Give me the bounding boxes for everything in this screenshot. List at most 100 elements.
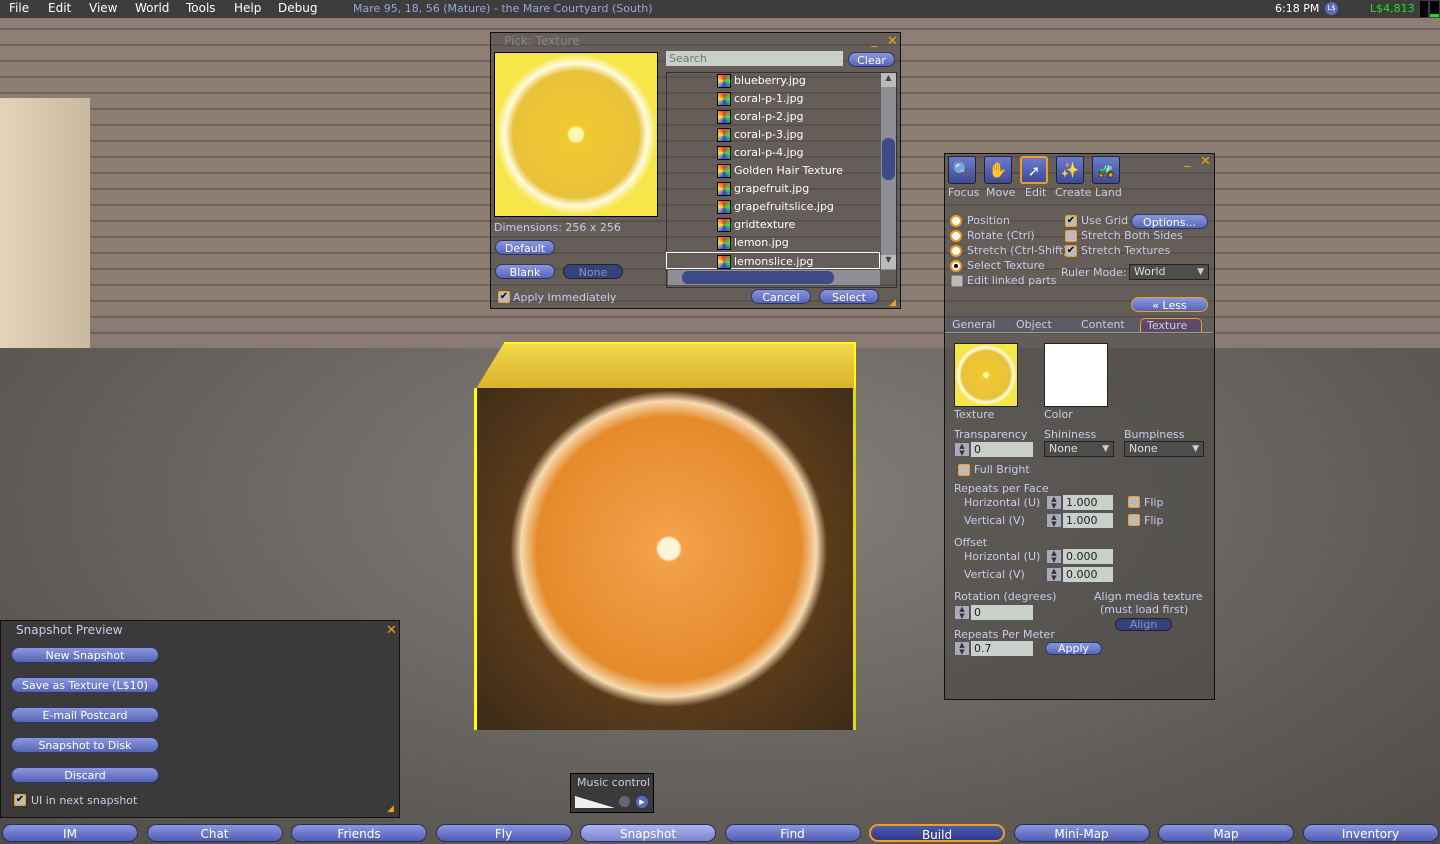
- bottom-button-fly[interactable]: Fly: [435, 824, 572, 842]
- texture-list-item[interactable]: grapefruit.jpg: [717, 180, 879, 197]
- resize-handle-icon[interactable]: ◢: [889, 298, 896, 308]
- tab-object[interactable]: Object: [1010, 318, 1073, 332]
- close-icon[interactable]: ✕: [1200, 155, 1211, 168]
- menu-view[interactable]: View: [89, 1, 117, 15]
- repeats-h-spinner[interactable]: ▲ ▼: [1046, 495, 1062, 510]
- offset-h-spinner[interactable]: ▲ ▼: [1046, 549, 1062, 564]
- bottom-button-inventory[interactable]: Inventory: [1302, 824, 1439, 842]
- scroll-thumb[interactable]: [882, 138, 895, 180]
- texture-list-item[interactable]: coral-p-4.jpg: [717, 144, 879, 161]
- offset-v-input[interactable]: 0.000: [1063, 567, 1113, 582]
- use-grid-checkbox[interactable]: ✔: [1065, 215, 1077, 227]
- apply-immediately-checkbox[interactable]: ✔: [498, 291, 510, 303]
- none-button[interactable]: None: [563, 264, 623, 279]
- scroll-down-icon[interactable]: ▼: [881, 255, 896, 269]
- tool-create-icon[interactable]: ✨: [1056, 156, 1084, 184]
- full-bright-checkbox[interactable]: [958, 464, 970, 476]
- rotation-input[interactable]: 0: [971, 605, 1033, 620]
- save-as-texture-button[interactable]: Save as Texture (L$10): [11, 677, 159, 693]
- scroll-up-icon[interactable]: ▲: [881, 73, 896, 87]
- menu-debug[interactable]: Debug: [278, 1, 317, 15]
- menu-edit[interactable]: Edit: [48, 1, 71, 15]
- texture-list-item[interactable]: blueberry.jpg: [717, 72, 879, 89]
- resize-handle-icon[interactable]: ◢: [387, 804, 394, 814]
- bottom-button-im[interactable]: IM: [2, 824, 138, 842]
- minimize-icon[interactable]: _: [871, 34, 878, 47]
- color-swatch[interactable]: [1044, 343, 1108, 407]
- menu-file[interactable]: File: [9, 1, 29, 15]
- apply-button[interactable]: Apply: [1045, 642, 1102, 655]
- transparency-input[interactable]: 0: [971, 442, 1033, 457]
- flip-h-checkbox[interactable]: [1128, 496, 1140, 508]
- tab-texture[interactable]: Texture: [1140, 318, 1202, 332]
- options-button[interactable]: Options...: [1131, 214, 1208, 229]
- radio-select-texture[interactable]: [950, 260, 962, 272]
- vertical-scrollbar[interactable]: ▲ ▼: [881, 73, 896, 270]
- cancel-button[interactable]: Cancel: [751, 289, 811, 304]
- buy-currency-icon[interactable]: L$: [1325, 2, 1338, 15]
- selected-cube-top[interactable]: [474, 342, 856, 392]
- search-input[interactable]: [666, 51, 843, 66]
- texture-list-item[interactable]: gridtexture: [717, 216, 879, 233]
- bottom-button-mini-map[interactable]: Mini-Map: [1013, 824, 1150, 842]
- stretch-textures-checkbox[interactable]: ✔: [1065, 245, 1077, 257]
- discard-button[interactable]: Discard: [11, 767, 159, 783]
- transparency-spinner[interactable]: ▲ ▼: [954, 442, 970, 457]
- offset-v-spinner[interactable]: ▲ ▼: [1046, 567, 1062, 582]
- repeats-v-spinner[interactable]: ▲ ▼: [1046, 513, 1062, 528]
- shininess-dropdown[interactable]: None: [1044, 441, 1114, 457]
- stop-icon[interactable]: [619, 796, 630, 807]
- bottom-button-map[interactable]: Map: [1158, 824, 1294, 842]
- flip-v-checkbox[interactable]: [1128, 514, 1140, 526]
- play-icon[interactable]: ▶: [636, 796, 648, 808]
- location-text[interactable]: Mare 95, 18, 56 (Mature) - the Mare Cour…: [353, 2, 653, 15]
- bottom-button-find[interactable]: Find: [724, 824, 861, 842]
- blank-button[interactable]: Blank: [495, 264, 555, 279]
- clear-button[interactable]: Clear: [848, 52, 895, 67]
- tab-general[interactable]: General: [946, 318, 1008, 332]
- texture-swatch[interactable]: [954, 343, 1018, 407]
- ruler-mode-dropdown[interactable]: World: [1129, 264, 1209, 280]
- tool-move-icon[interactable]: ✋: [984, 156, 1012, 184]
- repeats-h-input[interactable]: 1.000: [1063, 495, 1113, 510]
- texture-list-item[interactable]: lemon.jpg: [717, 234, 879, 251]
- repeats-per-meter-input[interactable]: 0.7: [971, 641, 1033, 656]
- bottom-button-friends[interactable]: Friends: [291, 824, 427, 842]
- texture-list-item[interactable]: lemonslice.jpg: [666, 252, 880, 269]
- texture-list-item[interactable]: grapefruitslice.jpg: [717, 198, 879, 215]
- bottom-button-snapshot[interactable]: Snapshot: [580, 824, 716, 842]
- select-button[interactable]: Select: [819, 289, 879, 304]
- volume-slider[interactable]: [575, 796, 615, 808]
- h-scroll-thumb[interactable]: [682, 271, 834, 284]
- tab-content[interactable]: Content: [1075, 318, 1138, 332]
- default-button[interactable]: Default: [495, 240, 555, 255]
- close-icon[interactable]: ✕: [386, 624, 397, 637]
- repeats-v-input[interactable]: 1.000: [1063, 513, 1113, 528]
- email-postcard-button[interactable]: E-mail Postcard: [11, 707, 159, 723]
- texture-list-item[interactable]: coral-p-3.jpg: [717, 126, 879, 143]
- bottom-button-build[interactable]: Build: [869, 824, 1005, 842]
- selected-cube-front[interactable]: [474, 388, 856, 730]
- minimize-icon[interactable]: _: [1184, 154, 1191, 167]
- tool-focus-icon[interactable]: 🔍: [948, 156, 976, 184]
- close-icon[interactable]: ✕: [887, 35, 898, 48]
- texture-list-item[interactable]: Golden Hair Texture: [717, 162, 879, 179]
- horizontal-scrollbar[interactable]: [668, 270, 880, 285]
- edit-linked-checkbox[interactable]: [951, 275, 963, 287]
- radio-stretch[interactable]: [950, 245, 962, 257]
- rotation-spinner[interactable]: ▲ ▼: [954, 605, 970, 620]
- bumpiness-dropdown[interactable]: None: [1124, 441, 1204, 457]
- rpm-spinner[interactable]: ▲ ▼: [954, 641, 970, 656]
- radio-position[interactable]: [950, 215, 962, 227]
- menu-tools[interactable]: Tools: [186, 1, 216, 15]
- ui-in-snapshot-checkbox[interactable]: ✔: [14, 794, 26, 806]
- menu-help[interactable]: Help: [234, 1, 261, 15]
- menu-world[interactable]: World: [135, 1, 169, 15]
- tool-land-icon[interactable]: 🚜: [1092, 156, 1120, 184]
- less-button[interactable]: « Less: [1131, 297, 1208, 312]
- tool-edit-icon[interactable]: ➚: [1020, 156, 1048, 184]
- new-snapshot-button[interactable]: New Snapshot: [11, 647, 159, 663]
- align-button[interactable]: Align: [1115, 618, 1172, 631]
- texture-list-item[interactable]: coral-p-2.jpg: [717, 108, 879, 125]
- radio-rotate[interactable]: [950, 230, 962, 242]
